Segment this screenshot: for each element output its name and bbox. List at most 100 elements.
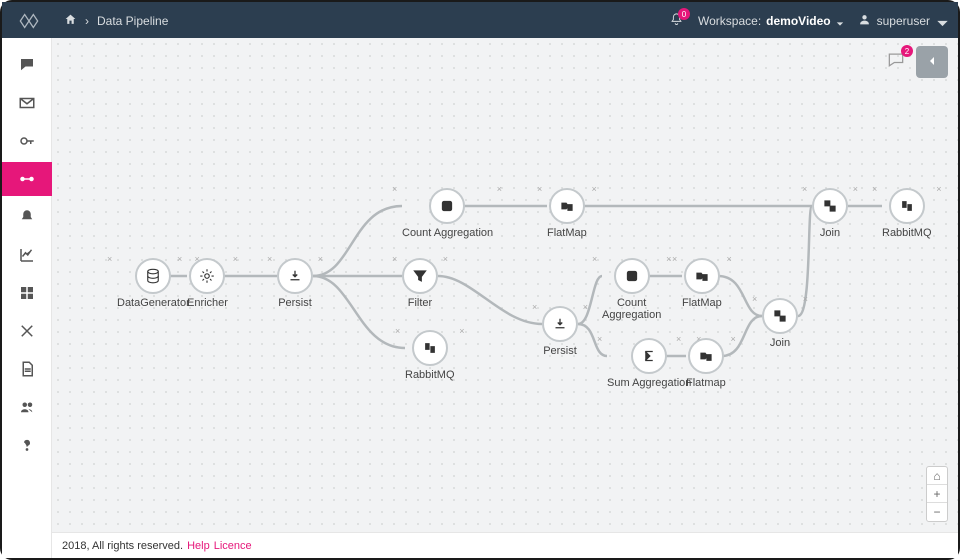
node-label: Join [820, 227, 840, 239]
node-port-left[interactable]: × [672, 254, 677, 264]
sidebar-item-file[interactable] [2, 352, 52, 386]
node-port-right[interactable]: × [233, 254, 238, 264]
node-label: Flatmap [686, 377, 726, 389]
node-port-left[interactable]: × [267, 254, 272, 264]
node-disc[interactable] [684, 258, 720, 294]
node-disc[interactable] [812, 188, 848, 224]
sidebar-item-analytics[interactable] [2, 238, 52, 272]
breadcrumb-sep: › [85, 14, 89, 28]
pipeline-canvas[interactable]: 2 ××DataGenerator××Enricher××Persist××Co… [52, 38, 958, 532]
zoom-out-button[interactable]: − [927, 503, 947, 521]
node-port-right[interactable]: × [318, 254, 323, 264]
pipeline-node[interactable]: ××FlatMap [682, 258, 722, 309]
node-disc[interactable] [429, 188, 465, 224]
pipeline-node[interactable]: ××Persist [277, 258, 313, 309]
pipeline-node[interactable]: ××RabbitMQ [882, 188, 932, 239]
zoom-controls: ⌂ + − [926, 466, 948, 522]
node-disc[interactable] [189, 258, 225, 294]
node-disc[interactable] [549, 188, 585, 224]
node-port-left[interactable]: × [872, 184, 877, 194]
node-label: RabbitMQ [882, 227, 932, 239]
node-label: Join [770, 337, 790, 349]
node-disc[interactable] [631, 338, 667, 374]
sidebar-item-chat[interactable] [2, 48, 52, 82]
user-menu[interactable]: superuser [858, 13, 944, 29]
pipeline-node[interactable]: ××Count Aggregation [402, 188, 492, 239]
pipeline-node[interactable]: ××Join [762, 298, 798, 349]
node-port-left[interactable]: × [676, 334, 681, 344]
pipeline-node[interactable]: ××Enricher [187, 258, 228, 309]
node-label: FlatMap [682, 297, 722, 309]
zoom-in-button[interactable]: + [927, 485, 947, 503]
node-port-right[interactable]: × [936, 184, 941, 194]
node-port-right[interactable]: × [803, 294, 808, 304]
node-disc[interactable] [412, 330, 448, 366]
chevron-down-icon [936, 17, 944, 25]
pipeline-node[interactable]: ××Flatmap [686, 338, 726, 389]
node-port-left[interactable]: × [597, 334, 602, 344]
node-disc[interactable] [542, 306, 578, 342]
node-disc[interactable] [614, 258, 650, 294]
notification-button[interactable]: 0 [669, 12, 684, 30]
workspace-switcher[interactable]: Workspace: demoVideo [698, 14, 844, 28]
node-port-right[interactable]: × [730, 334, 735, 344]
node-port-left[interactable]: × [177, 254, 182, 264]
user-name: superuser [877, 14, 930, 28]
node-disc[interactable] [688, 338, 724, 374]
pipeline-node[interactable]: ××Filter [402, 258, 438, 309]
node-port-left[interactable]: × [392, 254, 397, 264]
node-port-left[interactable]: × [395, 326, 400, 336]
node-port-right[interactable]: × [443, 254, 448, 264]
node-port-left[interactable]: × [537, 184, 542, 194]
node-port-left[interactable]: × [532, 302, 537, 312]
copyright: 2018, All rights reserved. [62, 540, 183, 552]
sidebar-item-mail[interactable] [2, 86, 52, 120]
header-right: 0 Workspace: demoVideo superuser [669, 12, 944, 30]
sidebar-item-help[interactable] [2, 428, 52, 462]
node-port-right[interactable]: × [591, 184, 596, 194]
node-disc[interactable] [889, 188, 925, 224]
node-port-left[interactable]: × [752, 294, 757, 304]
pipeline-node[interactable]: ××FlatMap [547, 188, 587, 239]
pipeline-node[interactable]: ××Sum Aggregation [607, 338, 691, 389]
node-disc[interactable] [402, 258, 438, 294]
footer: 2018, All rights reserved. Help Licence [52, 532, 958, 558]
notification-badge: 0 [678, 8, 690, 20]
node-port-left[interactable]: × [107, 254, 112, 264]
node-port-right[interactable]: × [726, 254, 731, 264]
licence-link[interactable]: Licence [214, 540, 252, 552]
pipeline-node[interactable]: ××Join [812, 188, 848, 239]
sidebar-item-key[interactable] [2, 124, 52, 158]
home-icon[interactable] [64, 13, 77, 29]
node-port-left[interactable]: × [392, 184, 397, 194]
sidebar-item-alerts[interactable] [2, 200, 52, 234]
help-link[interactable]: Help [187, 540, 210, 552]
node-port-right[interactable]: × [853, 184, 858, 194]
node-label: DataGenerator [117, 297, 190, 309]
breadcrumb-title[interactable]: Data Pipeline [97, 14, 168, 28]
zoom-home-button[interactable]: ⌂ [927, 467, 947, 485]
node-port-right[interactable]: × [459, 326, 464, 336]
node-label: FlatMap [547, 227, 587, 239]
node-port-right[interactable]: × [497, 184, 502, 194]
node-port-left[interactable]: × [592, 254, 597, 264]
sidebar-item-shuffle[interactable] [2, 314, 52, 348]
pipeline-node[interactable]: ××CountAggregation [602, 258, 661, 321]
pipeline-node[interactable]: ××RabbitMQ [405, 330, 455, 381]
pipeline-node[interactable]: ××Persist [542, 306, 578, 357]
user-icon [858, 13, 871, 29]
sidebar-item-dashboard[interactable] [2, 276, 52, 310]
sidebar-item-pipeline[interactable] [2, 162, 52, 196]
node-port-right[interactable]: × [666, 254, 671, 264]
node-port-left[interactable]: × [802, 184, 807, 194]
breadcrumb[interactable]: › Data Pipeline [64, 13, 168, 29]
node-disc[interactable] [277, 258, 313, 294]
pipeline-node[interactable]: ××DataGenerator [117, 258, 190, 309]
node-port-right[interactable]: × [583, 302, 588, 312]
node-disc[interactable] [762, 298, 798, 334]
sidebar-item-users[interactable] [2, 390, 52, 424]
node-label: Persist [543, 345, 577, 357]
node-label: Enricher [187, 297, 228, 309]
node-label: CountAggregation [602, 297, 661, 321]
node-disc[interactable] [135, 258, 171, 294]
